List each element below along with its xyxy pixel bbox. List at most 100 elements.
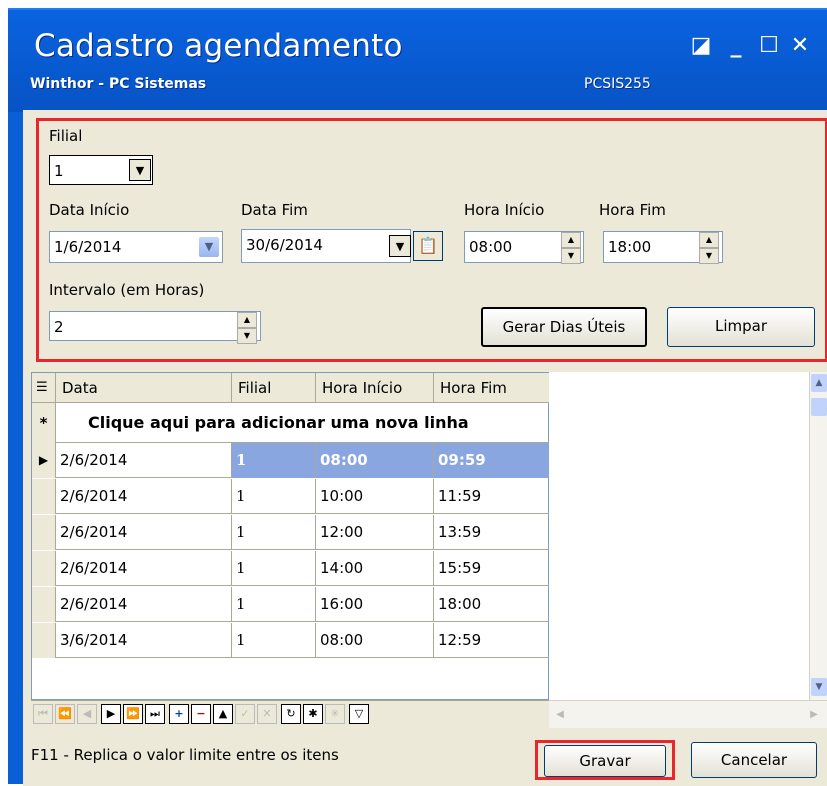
close-icon[interactable]: ✕	[788, 34, 812, 58]
scroll-down-icon[interactable]: ▼	[811, 678, 827, 696]
table-cell-hora-inicio[interactable]: 12:00	[316, 515, 434, 550]
vertical-scrollbar[interactable]: ▲ ▼	[809, 372, 827, 700]
nav-prev-icon[interactable]: ◀	[77, 704, 97, 724]
table-cell-filial[interactable]: 1	[232, 551, 316, 586]
table-row[interactable]: 2/6/2014 1 12:00 13:59	[32, 515, 550, 550]
table-cell-hora-fim[interactable]: 09:59	[434, 443, 550, 478]
table-cell-data[interactable]: 2/6/2014	[56, 587, 232, 622]
nav-add-icon[interactable]: +	[169, 704, 189, 724]
scroll-right-icon[interactable]: ▶	[805, 705, 823, 725]
table-row[interactable]: 2/6/2014 1 16:00 18:00	[32, 587, 550, 622]
hora-fim-label: Hora Fim	[599, 201, 666, 219]
hora-fim-spinner[interactable]: ▲ ▼	[699, 232, 719, 264]
table-cell-hora-inicio[interactable]: 10:00	[316, 479, 434, 514]
hora-fim-value: 18:00	[608, 238, 652, 256]
column-chooser-icon[interactable]: ☰	[32, 373, 56, 403]
intervalo-label: Intervalo (em Horas)	[49, 281, 205, 299]
title-bar: Cadastro agendamento Winthor - PC Sistem…	[8, 10, 827, 112]
chevron-down-icon[interactable]: ▼	[129, 159, 151, 181]
table-cell-filial[interactable]: 1	[232, 515, 316, 550]
data-fim-field[interactable]: 30/6/2014	[241, 229, 411, 263]
nav-cancel-icon[interactable]: ✕	[257, 704, 277, 724]
row-indicator[interactable]	[32, 551, 56, 586]
row-indicator[interactable]	[32, 515, 56, 550]
nav-next-page-icon[interactable]: ⏩	[123, 704, 143, 724]
table-cell-hora-inicio[interactable]: 08:00	[316, 623, 434, 658]
row-indicator[interactable]	[32, 587, 56, 622]
scroll-thumb[interactable]	[811, 398, 827, 416]
table-cell-data[interactable]: 2/6/2014	[56, 443, 232, 478]
data-fim-value: 30/6/2014	[246, 236, 323, 254]
nav-post-icon[interactable]: ✓	[235, 704, 255, 724]
nav-edit-icon[interactable]: ▲	[213, 704, 233, 724]
table-cell-hora-fim[interactable]: 11:59	[434, 479, 550, 514]
table-row[interactable]: 3/6/2014 1 08:00 12:59	[32, 623, 550, 658]
nav-last-icon[interactable]: ⏭	[145, 704, 165, 724]
table-cell-filial[interactable]: 1	[232, 443, 316, 478]
table-row[interactable]: 2/6/2014 1 10:00 11:59	[32, 479, 550, 514]
column-header-data[interactable]: Data	[56, 373, 232, 403]
gerar-dias-uteis-button[interactable]: Gerar Dias Úteis	[481, 307, 647, 347]
table-cell-hora-fim[interactable]: 15:59	[434, 551, 550, 586]
nav-goto-bookmark-icon[interactable]: ✳	[325, 704, 345, 724]
nav-delete-icon[interactable]: −	[191, 704, 211, 724]
table-cell-hora-inicio[interactable]: 08:00	[316, 443, 434, 478]
column-header-hora-inicio[interactable]: Hora Início	[316, 373, 434, 403]
table-cell-hora-inicio[interactable]: 16:00	[316, 587, 434, 622]
grid-header: ☰ Data Filial Hora Início Hora Fim	[32, 373, 550, 403]
table-cell-hora-inicio[interactable]: 14:00	[316, 551, 434, 586]
nav-next-icon[interactable]: ▶	[101, 704, 121, 724]
data-inicio-field[interactable]: 1/6/2014	[49, 231, 223, 263]
nav-bookmark-icon[interactable]: ✱	[303, 704, 323, 724]
table-cell-filial[interactable]: 1	[232, 479, 316, 514]
calendar-icon[interactable]: 📋	[413, 231, 443, 261]
client-area: Filial 1 ▼ Data Início 1/6/2014 ▼ Data F…	[23, 110, 827, 786]
table-cell-data[interactable]: 3/6/2014	[56, 623, 232, 658]
column-header-hora-fim[interactable]: Hora Fim	[434, 373, 550, 403]
table-row[interactable]: 2/6/2014 1 14:00 15:59	[32, 551, 550, 586]
scroll-up-icon[interactable]: ▲	[811, 374, 827, 392]
table-cell-hora-fim[interactable]: 18:00	[434, 587, 550, 622]
nav-refresh-icon[interactable]: ↻	[281, 704, 301, 724]
intervalo-field[interactable]: 2	[49, 311, 261, 341]
data-fim-label: Data Fim	[241, 201, 308, 219]
nav-prev-page-icon[interactable]: ⏪	[55, 704, 75, 724]
schedule-grid: ☰ Data Filial Hora Início Hora Fim * Cli…	[31, 372, 550, 700]
limpar-button[interactable]: Limpar	[667, 307, 815, 347]
chevron-down-icon[interactable]: ▼	[389, 235, 411, 257]
hora-inicio-value: 08:00	[469, 238, 513, 256]
new-row-text: Clique aqui para adicionar uma nova linh…	[88, 413, 469, 432]
table-cell-data[interactable]: 2/6/2014	[56, 551, 232, 586]
nav-first-page-icon[interactable]: ⏮	[33, 704, 53, 724]
hora-inicio-spinner[interactable]: ▲ ▼	[561, 232, 581, 264]
chevron-down-icon[interactable]: ▼	[199, 237, 219, 257]
column-header-filial[interactable]: Filial	[232, 373, 316, 403]
grid-navigator: ⏮ ⏪ ◀ ▶ ⏩ ⏭ + − ▲ ✓ ✕ ↻ ✱ ✳ ▽	[31, 700, 549, 728]
window-title: Cadastro agendamento	[34, 28, 403, 64]
app-window: Cadastro agendamento Winthor - PC Sistem…	[8, 8, 827, 786]
table-row[interactable]: ▶ 2/6/2014 1 08:00 09:59	[32, 443, 550, 478]
intervalo-spinner[interactable]: ▲ ▼	[237, 312, 257, 344]
status-text: F11 - Replica o valor limite entre os it…	[31, 746, 339, 764]
table-cell-hora-fim[interactable]: 13:59	[434, 515, 550, 550]
nav-filter-icon[interactable]: ▽	[349, 704, 369, 724]
table-cell-filial[interactable]: 1	[232, 587, 316, 622]
maximize-icon[interactable]: ☐	[757, 34, 781, 58]
gravar-button[interactable]: Gravar	[544, 745, 666, 777]
table-cell-data[interactable]: 2/6/2014	[56, 515, 232, 550]
restore-icon[interactable]: ◪	[689, 34, 713, 58]
new-row[interactable]: * Clique aqui para adicionar uma nova li…	[32, 403, 550, 443]
window-code: PCSIS255	[584, 76, 651, 92]
cancelar-button[interactable]: Cancelar	[691, 742, 817, 778]
minimize-icon[interactable]: _	[724, 34, 748, 58]
row-indicator[interactable]	[32, 623, 56, 658]
data-inicio-value: 1/6/2014	[54, 238, 122, 256]
scroll-left-icon[interactable]: ◀	[551, 705, 569, 725]
row-indicator[interactable]	[32, 479, 56, 514]
table-cell-filial[interactable]: 1	[232, 623, 316, 658]
table-cell-hora-fim[interactable]: 12:59	[434, 623, 550, 658]
table-cell-data[interactable]: 2/6/2014	[56, 479, 232, 514]
grid-empty-area	[549, 372, 819, 700]
horizontal-scrollbar[interactable]: ◀ ▶	[549, 700, 827, 728]
row-indicator-icon[interactable]: ▶	[32, 443, 56, 478]
